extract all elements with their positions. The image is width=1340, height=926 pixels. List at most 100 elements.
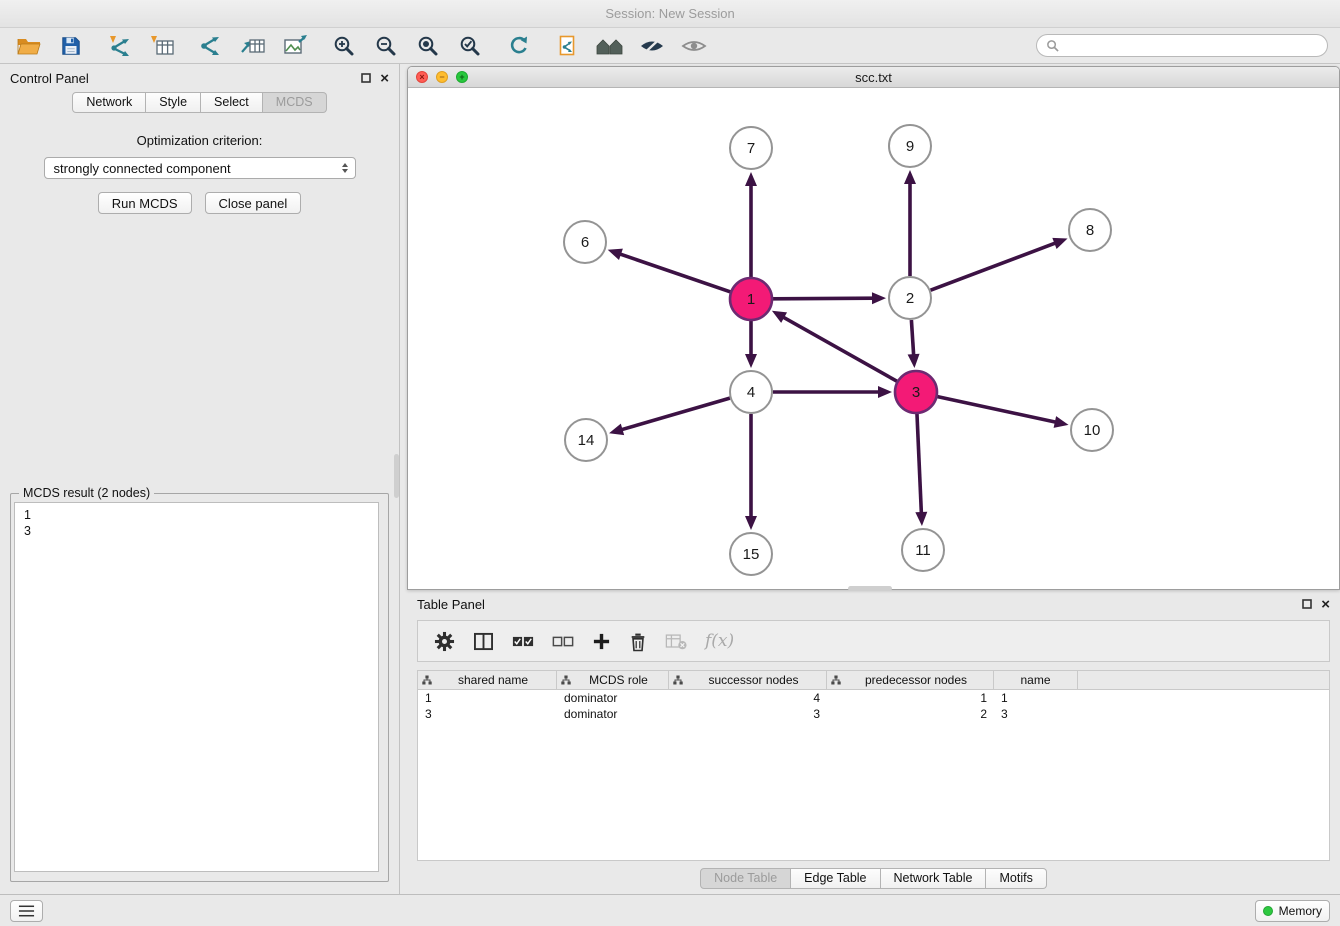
toolbar-group-zoom <box>327 32 486 60</box>
hide-elements-button[interactable] <box>635 32 668 60</box>
column-header-name[interactable]: name <box>994 671 1078 689</box>
zoom-fit-button[interactable] <box>411 32 444 60</box>
tab-mcds[interactable]: MCDS <box>263 92 327 113</box>
cell-shared-name[interactable]: 1 <box>418 690 557 706</box>
criterion-select[interactable]: strongly connected component <box>44 157 356 179</box>
table-settings-button[interactable] <box>434 631 455 652</box>
graph-edge-3-11[interactable] <box>917 414 921 514</box>
delete-row-button[interactable] <box>629 631 647 652</box>
graph-node-label: 11 <box>915 542 931 559</box>
column-header-successor-nodes[interactable]: successor nodes <box>669 671 827 689</box>
search-field[interactable] <box>1036 34 1328 57</box>
column-type-icon <box>831 675 841 685</box>
close-panel-button[interactable]: Close panel <box>205 192 302 214</box>
maximize-window-button[interactable]: + <box>456 71 468 83</box>
minimize-window-button[interactable]: − <box>436 71 448 83</box>
run-mcds-button[interactable]: Run MCDS <box>98 192 192 214</box>
tab-network-table[interactable]: Network Table <box>881 868 987 889</box>
copy-network-button[interactable] <box>551 32 584 60</box>
select-all-button[interactable] <box>512 636 534 647</box>
table-row[interactable]: 3 dominator 3 2 3 <box>418 706 1329 722</box>
cell-shared-name[interactable]: 3 <box>418 706 557 722</box>
splitter-handle-vertical[interactable] <box>394 454 399 498</box>
show-elements-button[interactable] <box>677 32 710 60</box>
graph-node-label: 15 <box>743 546 760 563</box>
add-table-button[interactable] <box>236 32 269 60</box>
graph-edge-3-10[interactable] <box>938 397 1057 423</box>
main-area: Control Panel × Network Style Select MCD… <box>0 64 1340 894</box>
table-row[interactable]: 1 dominator 4 1 1 <box>418 690 1329 706</box>
mcds-result-line: 1 <box>24 507 369 523</box>
tab-network[interactable]: Network <box>72 92 146 113</box>
cell-predecessor-nodes[interactable]: 1 <box>827 690 994 706</box>
memory-status-dot <box>1263 906 1273 916</box>
tab-style[interactable]: Style <box>146 92 201 113</box>
function-builder-button[interactable]: f(x) <box>705 631 734 651</box>
network-overview-button[interactable] <box>593 32 626 60</box>
mcds-result-group: MCDS result (2 nodes) 1 3 <box>10 493 389 882</box>
close-panel-icon[interactable]: × <box>380 71 389 86</box>
search-input[interactable] <box>1065 39 1318 53</box>
import-network-button[interactable] <box>103 32 136 60</box>
graph-edge-arrowhead <box>915 512 927 526</box>
refresh-view-button[interactable] <box>502 32 535 60</box>
export-image-button[interactable] <box>278 32 311 60</box>
graph-edge-2-8[interactable] <box>931 243 1057 291</box>
graph-edge-arrowhead <box>608 249 623 260</box>
export-image-icon <box>282 34 308 58</box>
graph-node-label: 3 <box>912 384 920 401</box>
plus-icon <box>592 632 611 651</box>
cell-name[interactable]: 3 <box>994 706 1078 722</box>
zoom-in-button[interactable] <box>327 32 360 60</box>
close-window-button[interactable]: × <box>416 71 428 83</box>
column-header-predecessor-nodes[interactable]: predecessor nodes <box>827 671 994 689</box>
column-header-shared-name[interactable]: shared name <box>418 671 557 689</box>
cell-mcds-role[interactable]: dominator <box>557 690 669 706</box>
cell-name[interactable]: 1 <box>994 690 1078 706</box>
toolbar-group-network <box>194 32 311 60</box>
graph-node-label: 7 <box>747 140 755 157</box>
tab-edge-table[interactable]: Edge Table <box>791 868 880 889</box>
float-table-panel-icon[interactable] <box>1302 599 1312 609</box>
table-header-row: shared name MCDS role successor nodes pr… <box>418 671 1329 690</box>
function-fx-icon: f(x) <box>705 631 734 651</box>
graph-edge-arrowhead <box>745 516 757 530</box>
graph-node-label: 9 <box>906 138 914 155</box>
float-panel-icon[interactable] <box>361 73 371 83</box>
cell-mcds-role[interactable]: dominator <box>557 706 669 722</box>
graph-node-label: 1 <box>747 291 755 308</box>
import-table-button[interactable] <box>145 32 178 60</box>
delete-column-icon <box>665 632 687 651</box>
split-panel-button[interactable] <box>473 632 494 651</box>
cell-successor-nodes[interactable]: 4 <box>669 690 827 706</box>
save-session-button[interactable] <box>54 32 87 60</box>
cell-predecessor-nodes[interactable]: 2 <box>827 706 994 722</box>
graph-edge-2-3[interactable] <box>911 320 913 356</box>
close-table-panel-icon[interactable]: × <box>1321 597 1330 612</box>
zoom-out-button[interactable] <box>369 32 402 60</box>
network-window-title: scc.txt <box>408 70 1339 85</box>
mcds-result-title: MCDS result (2 nodes) <box>19 486 154 500</box>
memory-button[interactable]: Memory <box>1255 900 1330 922</box>
task-history-button[interactable] <box>10 900 43 922</box>
new-network-button[interactable] <box>194 32 227 60</box>
graph-edge-1-6[interactable] <box>619 254 730 292</box>
add-column-button[interactable] <box>592 632 611 651</box>
network-canvas[interactable]: 7968124314101511 <box>408 88 1339 589</box>
deselect-all-button[interactable] <box>552 636 574 647</box>
splitter-handle-horizontal[interactable] <box>848 586 892 591</box>
mcds-result-list[interactable]: 1 3 <box>14 502 379 872</box>
column-header-mcds-role[interactable]: MCDS role <box>557 671 669 689</box>
tab-node-table[interactable]: Node Table <box>700 868 791 889</box>
delete-column-button[interactable] <box>665 632 687 651</box>
graph-edge-4-14[interactable] <box>621 398 730 430</box>
graph-edge-1-2[interactable] <box>773 298 874 299</box>
tab-select[interactable]: Select <box>201 92 263 113</box>
graph-edge-3-1[interactable] <box>782 317 896 382</box>
network-window: scc.txt × − + 7968124314101511 <box>407 66 1340 590</box>
cell-successor-nodes[interactable]: 3 <box>669 706 827 722</box>
tab-motifs[interactable]: Motifs <box>986 868 1046 889</box>
zoom-selected-button[interactable] <box>453 32 486 60</box>
open-session-button[interactable] <box>12 32 45 60</box>
criterion-selected-value: strongly connected component <box>54 161 340 176</box>
